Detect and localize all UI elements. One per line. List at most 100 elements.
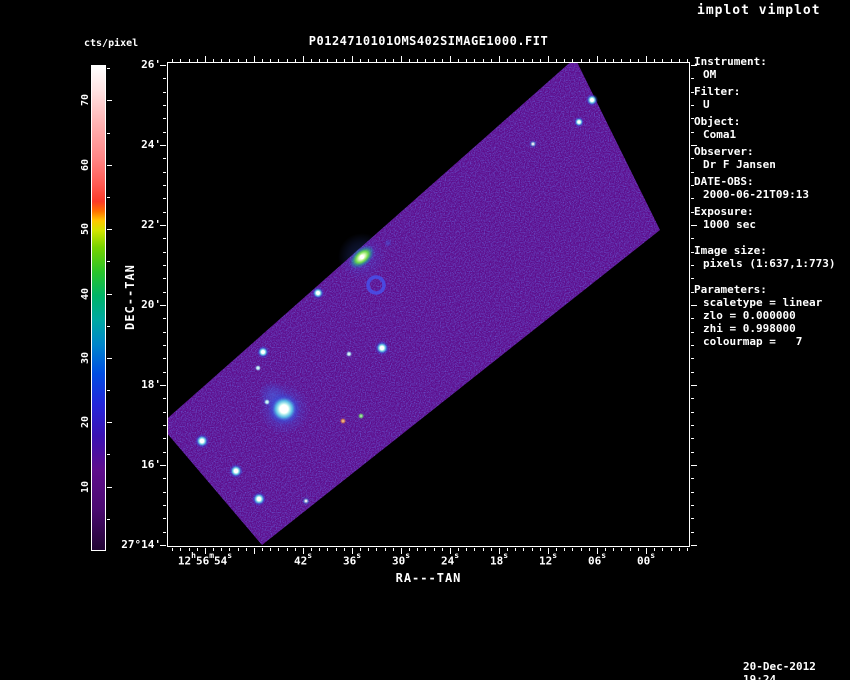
star-core xyxy=(304,499,308,503)
colorbar-tick xyxy=(107,196,110,198)
panel-section-value: scaletype = linear xyxy=(703,296,823,309)
x-tick xyxy=(613,548,615,551)
x-tick xyxy=(278,59,280,62)
y-tick xyxy=(691,158,694,160)
y-tick xyxy=(691,545,697,546)
y-tick xyxy=(691,118,694,120)
x-tick xyxy=(686,548,688,551)
star-core xyxy=(379,345,385,351)
y-tick xyxy=(163,531,166,533)
y-tick xyxy=(163,118,166,120)
panel-section: Image size: pixels (1:637,1:773) xyxy=(694,244,846,270)
x-tick xyxy=(662,59,664,62)
y-tick xyxy=(163,78,166,80)
x-tick xyxy=(539,59,541,62)
faint-star-orange xyxy=(340,418,346,424)
x-tick xyxy=(433,59,435,62)
x-tick xyxy=(523,59,525,62)
app-title: implot vimplot xyxy=(697,3,821,18)
x-tick xyxy=(417,59,419,62)
x-tick-label: 30s xyxy=(391,551,411,568)
colorbar-tick xyxy=(107,261,110,263)
x-tick xyxy=(253,56,255,62)
x-tick xyxy=(670,548,672,551)
y-tick-label: 22' xyxy=(141,218,161,231)
panel-section: Filter: U xyxy=(694,85,846,111)
x-tick xyxy=(466,548,468,551)
x-tick xyxy=(425,548,427,551)
x-tick xyxy=(237,59,239,62)
x-tick xyxy=(662,548,664,551)
star-core xyxy=(199,438,205,444)
x-tick xyxy=(556,59,558,62)
x-tick xyxy=(384,548,386,551)
x-tick xyxy=(564,59,566,62)
y-tick-label: 16' xyxy=(141,458,161,471)
colorbar-wedge xyxy=(91,65,106,551)
x-tick xyxy=(188,59,190,62)
x-tick xyxy=(319,59,321,62)
y-tick xyxy=(691,225,697,226)
x-tick xyxy=(409,59,411,62)
x-tick xyxy=(686,59,688,62)
colorbar-tick xyxy=(107,132,110,134)
y-tick xyxy=(163,318,166,320)
x-tick xyxy=(270,59,272,62)
x-tick xyxy=(466,59,468,62)
colorbar-tick xyxy=(107,390,110,392)
x-tick xyxy=(221,59,223,62)
panel-section-title: DATE-OBS: xyxy=(694,175,754,188)
colorbar-tick xyxy=(107,454,110,456)
y-tick xyxy=(163,131,166,133)
y-tick xyxy=(691,331,694,333)
x-tick xyxy=(531,59,533,62)
y-tick xyxy=(163,251,166,253)
x-tick xyxy=(678,548,680,551)
y-tick xyxy=(163,291,166,293)
x-tick xyxy=(196,548,198,551)
x-tick xyxy=(588,59,590,62)
y-tick xyxy=(163,278,166,280)
x-tick xyxy=(343,548,345,551)
y-tick xyxy=(163,331,166,333)
y-tick xyxy=(691,491,694,493)
y-tick xyxy=(691,398,694,400)
y-tick xyxy=(163,518,166,520)
y-tick xyxy=(163,158,166,160)
x-tick xyxy=(580,548,582,551)
x-tick xyxy=(253,548,255,554)
timestamp: 20-Dec-2012 19:24 xyxy=(743,660,816,680)
x-tick xyxy=(515,59,517,62)
colorbar-tick xyxy=(107,518,110,520)
bright-star-core xyxy=(279,404,289,414)
x-tick xyxy=(204,56,206,62)
colorbar-tick xyxy=(107,422,112,424)
y-axis-title: DEC--TAN xyxy=(123,264,137,330)
star-core xyxy=(590,98,594,102)
x-tick xyxy=(392,548,394,551)
x-tick-label: 00s xyxy=(636,551,656,568)
y-tick xyxy=(691,291,694,293)
x-tick xyxy=(654,59,656,62)
panel-section-title: Instrument: xyxy=(694,55,767,68)
y-tick xyxy=(691,278,694,280)
x-tick xyxy=(605,59,607,62)
x-tick xyxy=(646,56,647,62)
x-tick xyxy=(270,548,272,551)
x-tick xyxy=(572,548,574,551)
y-tick xyxy=(691,305,697,306)
x-tick xyxy=(335,548,337,551)
y-tick xyxy=(691,78,694,80)
x-tick xyxy=(539,548,541,551)
y-tick xyxy=(691,451,694,453)
x-tick-label: 36s xyxy=(342,551,362,568)
y-tick xyxy=(163,198,166,200)
x-tick xyxy=(400,56,402,62)
x-tick xyxy=(392,59,394,62)
y-tick xyxy=(691,198,694,200)
star-core xyxy=(256,496,262,502)
x-tick xyxy=(490,59,492,62)
x-tick xyxy=(319,548,321,551)
panel-section-title: Filter: xyxy=(694,85,741,98)
y-tick xyxy=(691,478,694,480)
